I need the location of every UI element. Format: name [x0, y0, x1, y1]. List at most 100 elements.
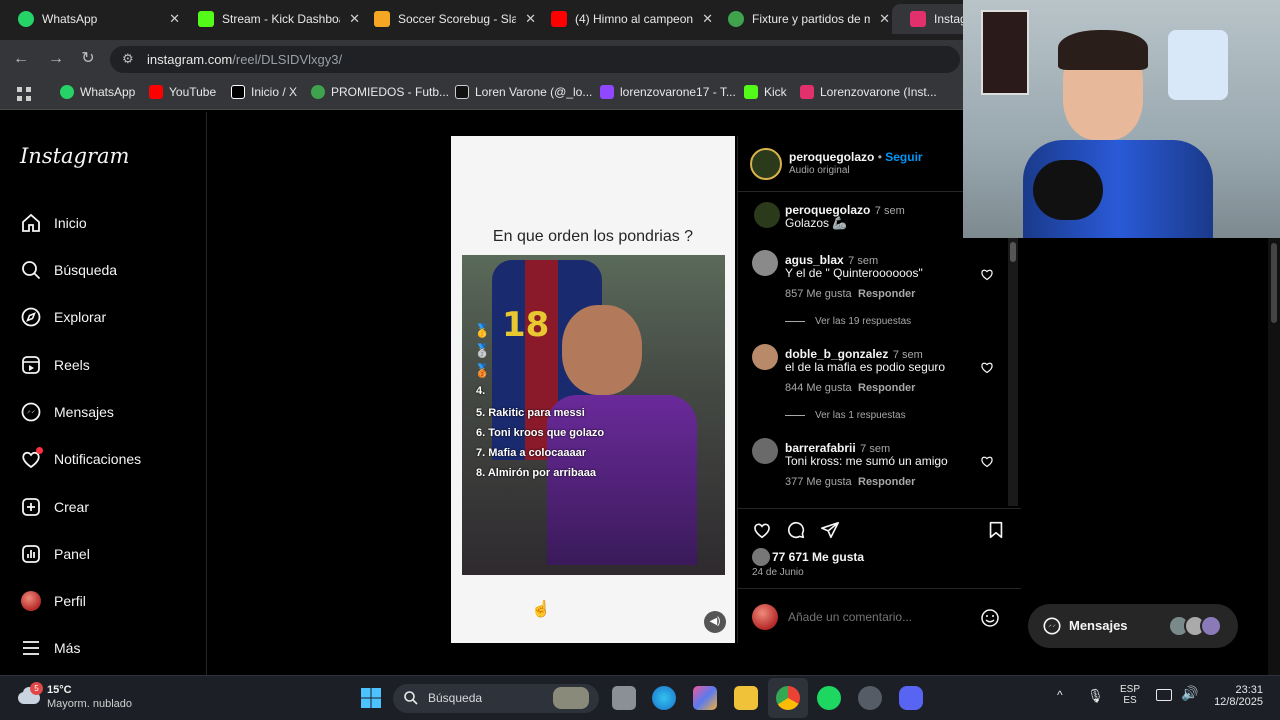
bookmark-save-icon[interactable]: [986, 520, 1006, 545]
promiedos-icon: [728, 11, 744, 27]
reply-button[interactable]: Responder: [858, 288, 915, 300]
view-replies[interactable]: Ver las 1 respuestas: [785, 410, 906, 421]
add-comment-input[interactable]: [788, 607, 968, 627]
close-icon[interactable]: ✕: [879, 11, 890, 27]
weather-cloud-icon[interactable]: 5: [16, 682, 43, 706]
bookmark-youtube[interactable]: YouTube: [149, 85, 216, 99]
comment-likes[interactable]: 844 Me gusta: [785, 382, 852, 394]
comment-avatar[interactable]: [752, 438, 778, 464]
tab-fixture[interactable]: Fixture y partidos de m ✕: [710, 4, 898, 34]
like-heart-icon[interactable]: [752, 520, 772, 545]
bookmark-whatsapp[interactable]: WhatsApp: [60, 85, 135, 99]
sidebar-item-busqueda[interactable]: Búsqueda: [20, 259, 117, 281]
whatsapp-icon: [18, 11, 34, 27]
bookmark-x[interactable]: Inicio / X: [231, 85, 297, 99]
mouse-cursor-icon: ☝: [531, 601, 551, 618]
heart-icon[interactable]: [980, 360, 994, 374]
bookmark-tiktok[interactable]: Loren Varone (@_lo...: [455, 85, 592, 99]
site-info-icon[interactable]: ⚙: [122, 51, 134, 67]
author-username[interactable]: peroquegolazo: [789, 150, 874, 164]
emoji-icon[interactable]: [980, 608, 1000, 633]
bookmark-kick[interactable]: Kick: [744, 85, 787, 99]
share-send-icon[interactable]: [820, 520, 840, 545]
scrollbar-thumb[interactable]: [1271, 243, 1277, 323]
sidebar-item-panel[interactable]: Panel: [20, 543, 90, 565]
audio-label[interactable]: Audio original: [789, 165, 850, 176]
volume-icon[interactable]: 🔊: [1181, 685, 1198, 702]
chrome-icon[interactable]: [776, 686, 800, 710]
rank-6: 6. Toni kroos que golazo: [476, 427, 605, 439]
address-bar[interactable]: ⚙ instagram.com/reel/DLSIDVlxgy3/: [110, 46, 960, 73]
sidebar-item-perfil[interactable]: Perfil: [20, 590, 86, 612]
network-icon[interactable]: [1156, 689, 1172, 701]
reload-icon[interactable]: ↻: [78, 49, 98, 69]
likes-count[interactable]: 77 671 Me gusta: [772, 550, 864, 564]
view-replies[interactable]: Ver las 19 respuestas: [785, 316, 911, 327]
language-indicator[interactable]: ESP ES: [1120, 684, 1140, 706]
tab-kick-dashboard[interactable]: Stream - Kick Dashboard ✕: [180, 4, 368, 34]
author-avatar[interactable]: [750, 148, 782, 180]
kick-icon: [744, 85, 758, 99]
comment-likes[interactable]: 377 Me gusta: [785, 476, 852, 488]
weather-temp[interactable]: 15°C: [47, 684, 72, 696]
caption-avatar[interactable]: [754, 202, 780, 228]
sidebar-item-mensajes[interactable]: Mensajes: [20, 401, 114, 423]
sidebar-item-inicio[interactable]: Inicio: [20, 212, 87, 234]
back-arrow-icon[interactable]: ←: [11, 49, 31, 69]
caption-username[interactable]: peroquegolazo: [785, 203, 870, 217]
follow-button[interactable]: Seguir: [885, 150, 922, 164]
heart-icon[interactable]: [980, 267, 994, 281]
edge-browser-icon[interactable]: [652, 686, 676, 710]
reel-video[interactable]: En que orden los pondrias ? 18 🥇 🥈 🥉 4. …: [451, 136, 735, 643]
comment-bubble-icon[interactable]: [786, 520, 806, 545]
discord-icon[interactable]: [899, 686, 923, 710]
sidebar-item-reels[interactable]: Reels: [20, 354, 90, 376]
sidebar-item-label: Crear: [54, 499, 90, 515]
tab-instagram[interactable]: Instagram: [892, 4, 972, 34]
comment-username[interactable]: barrerafabrii: [785, 441, 856, 455]
close-icon[interactable]: ✕: [169, 11, 180, 27]
tab-youtube[interactable]: (4) Himno al campeon ✕: [533, 4, 721, 34]
sidebar-item-mas[interactable]: Más: [20, 637, 80, 659]
weather-desc[interactable]: Mayorm. nublado: [47, 698, 132, 710]
streamer-webcam-overlay: [963, 0, 1280, 238]
instagram-logo[interactable]: Instagram: [20, 144, 129, 168]
sidebar-item-crear[interactable]: Crear: [20, 496, 89, 518]
reply-button[interactable]: Responder: [858, 382, 915, 394]
bookmark-instagram[interactable]: Lorenzovarone (Inst...: [800, 85, 937, 99]
comment-text: el de la mafia es podio seguro: [785, 360, 946, 374]
comment-username[interactable]: agus_blax: [785, 253, 844, 267]
sidebar-item-explorar[interactable]: Explorar: [20, 306, 106, 328]
chart-icon: [20, 543, 42, 565]
reply-button[interactable]: Responder: [858, 476, 915, 488]
bookmark-promiedos[interactable]: PROMIEDOS - Futb...: [311, 85, 449, 99]
settings-gear-icon[interactable]: [858, 686, 882, 710]
sidebar-item-notificaciones[interactable]: Notificaciones: [20, 447, 141, 470]
copilot-icon[interactable]: [693, 686, 717, 710]
clock[interactable]: 23:31 12/8/2025: [1208, 684, 1263, 708]
show-hidden-icons-chevron-icon[interactable]: ^: [1057, 688, 1063, 702]
messages-floating-button[interactable]: Mensajes: [1028, 604, 1238, 648]
taskbar-search-box[interactable]: Búsqueda: [393, 684, 599, 713]
microphone-icon[interactable]: 🎙: [1087, 688, 1104, 704]
heart-icon[interactable]: [980, 454, 994, 468]
comment-likes[interactable]: 857 Me gusta: [785, 288, 852, 300]
comment-avatar[interactable]: [752, 250, 778, 276]
scrollbar-thumb[interactable]: [1010, 242, 1016, 262]
audio-toggle-icon[interactable]: ◀): [704, 611, 726, 633]
bookmark-twitch[interactable]: lorenzovarone17 - T...: [600, 85, 736, 99]
spotify-icon[interactable]: [817, 686, 841, 710]
windows-start-icon[interactable]: [360, 687, 382, 709]
forward-arrow-icon[interactable]: →: [46, 49, 66, 69]
task-view-icon[interactable]: [612, 686, 636, 710]
apps-grid-icon[interactable]: [16, 86, 32, 102]
comment-username[interactable]: doble_b_gonzalez: [785, 347, 888, 361]
tab-scorebug[interactable]: Soccer Scorebug - Slam ✕: [356, 4, 544, 34]
comment-avatar[interactable]: [752, 344, 778, 370]
twitch-icon: [600, 85, 614, 99]
page-scrollbar[interactable]: [1268, 238, 1280, 675]
tab-whatsapp[interactable]: WhatsApp ✕: [0, 4, 188, 34]
sidebar-item-label: Panel: [54, 546, 90, 562]
file-explorer-icon[interactable]: [734, 686, 758, 710]
comments-scrollbar[interactable]: [1008, 236, 1018, 506]
